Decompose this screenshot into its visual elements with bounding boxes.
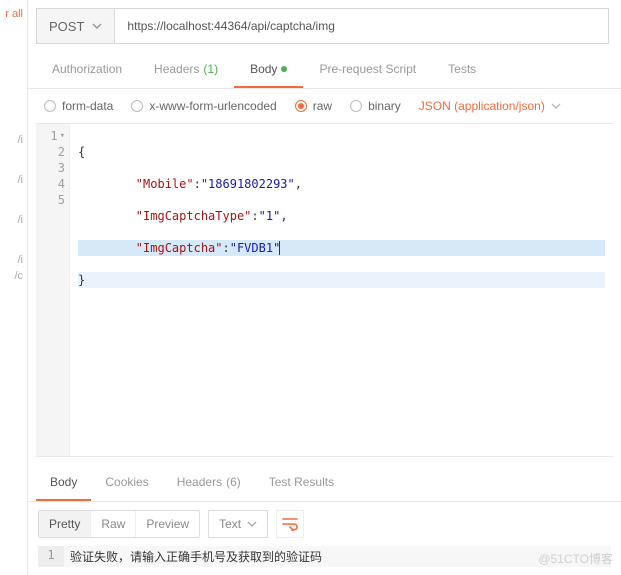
url-input[interactable] — [127, 19, 596, 33]
resp-tab-headers[interactable]: Headers (6) — [163, 465, 255, 501]
response-body: 1 验证失败，请输入正确手机号及获取到的验证码 — [38, 546, 611, 567]
main-panel: POST Authorization Headers (1) Body Pre-… — [28, 0, 621, 575]
chevron-down-icon — [247, 520, 257, 528]
sidebar-item[interactable]: /i — [0, 212, 27, 228]
method-select[interactable]: POST — [36, 8, 114, 44]
response-toolbar: Pretty Raw Preview Text — [28, 502, 621, 546]
response-view-mode: Pretty Raw Preview — [38, 510, 200, 538]
sidebar-item[interactable]: /i — [0, 132, 27, 148]
line-wrap-icon[interactable] — [276, 510, 304, 538]
pretty-button[interactable]: Pretty — [39, 511, 91, 537]
tab-headers[interactable]: Headers (1) — [138, 52, 234, 88]
method-label: POST — [49, 19, 84, 34]
tab-tests[interactable]: Tests — [432, 52, 492, 88]
body-type-row: form-data x-www-form-urlencoded raw bina… — [28, 89, 621, 123]
sidebar-item[interactable]: r all — [0, 6, 27, 22]
editor-gutter: 1▾ 2 3 4 5 — [36, 124, 70, 456]
preview-button[interactable]: Preview — [136, 511, 199, 537]
resp-tab-body[interactable]: Body — [36, 465, 91, 501]
body-modified-dot-icon — [281, 66, 287, 72]
request-row: POST — [36, 8, 609, 44]
radio-icon — [44, 100, 56, 112]
url-input-container — [114, 8, 609, 44]
headers-count: (1) — [203, 62, 218, 76]
sidebar-item[interactable]: /c — [0, 268, 27, 284]
request-body-editor[interactable]: 1▾ 2 3 4 5 { "Mobile":"18691802293", "Im… — [36, 123, 613, 457]
sidebar-item[interactable]: /i — [0, 252, 27, 268]
tab-prerequest[interactable]: Pre-request Script — [303, 52, 432, 88]
request-tabs: Authorization Headers (1) Body Pre-reque… — [28, 52, 621, 89]
raw-button[interactable]: Raw — [91, 511, 136, 537]
radio-form-data[interactable]: form-data — [44, 99, 113, 113]
content-type-select[interactable]: JSON (application/json) — [419, 99, 561, 113]
response-text[interactable]: 验证失败，请输入正确手机号及获取到的验证码 — [64, 546, 611, 567]
response-tabs: Body Cookies Headers (6) Test Results — [28, 465, 621, 502]
fold-icon[interactable]: ▾ — [60, 131, 65, 141]
chevron-down-icon — [551, 102, 561, 110]
chevron-down-icon — [92, 22, 102, 30]
editor-code[interactable]: { "Mobile":"18691802293", "ImgCaptchaTyp… — [70, 124, 613, 456]
radio-icon — [350, 100, 362, 112]
resp-headers-count: (6) — [226, 475, 241, 489]
tab-authorization[interactable]: Authorization — [36, 52, 138, 88]
response-gutter: 1 — [38, 546, 64, 567]
resp-tab-test-results[interactable]: Test Results — [255, 465, 348, 501]
sidebar: r all /i /i /i /i /c — [0, 0, 28, 575]
resp-tab-cookies[interactable]: Cookies — [91, 465, 162, 501]
radio-raw[interactable]: raw — [295, 99, 332, 113]
sidebar-item[interactable]: /i — [0, 172, 27, 188]
tab-body[interactable]: Body — [234, 52, 303, 88]
radio-xwww[interactable]: x-www-form-urlencoded — [131, 99, 276, 113]
response-format-select[interactable]: Text — [208, 510, 268, 538]
radio-icon — [295, 100, 307, 112]
radio-binary[interactable]: binary — [350, 99, 401, 113]
radio-icon — [131, 100, 143, 112]
